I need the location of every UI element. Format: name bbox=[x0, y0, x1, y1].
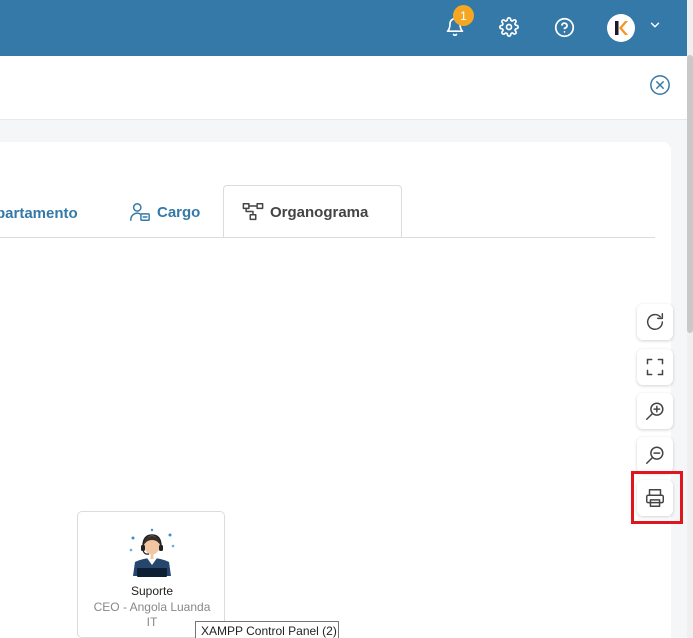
user-badge-icon bbox=[130, 203, 150, 221]
scrollbar-thumb[interactable] bbox=[687, 55, 693, 333]
top-navbar bbox=[0, 0, 687, 56]
org-node-name: Suporte bbox=[130, 584, 174, 598]
user-menu-toggle[interactable] bbox=[648, 18, 662, 37]
taskbar-tooltip: XAMPP Control Panel (2) bbox=[195, 621, 339, 638]
tab-cargo[interactable]: Cargo bbox=[129, 201, 200, 223]
tab-cargo-label: Cargo bbox=[157, 203, 201, 221]
close-circle-icon bbox=[650, 75, 670, 95]
chevron-down-icon bbox=[650, 22, 660, 28]
org-node[interactable]: Suporte CEO - Angola Luanda IT bbox=[77, 511, 225, 638]
fullscreen-icon bbox=[646, 358, 664, 376]
settings-button[interactable] bbox=[492, 10, 526, 44]
help-button[interactable] bbox=[547, 10, 581, 44]
print-highlight-box bbox=[631, 471, 683, 524]
close-button[interactable] bbox=[649, 74, 671, 96]
refresh-icon bbox=[646, 313, 664, 330]
org-chart-icon bbox=[242, 203, 264, 221]
zoom-in-icon bbox=[646, 402, 664, 420]
tab-organograma-label: Organograma bbox=[270, 203, 369, 221]
org-node-role-line1: CEO - Angola Luanda bbox=[93, 600, 211, 614]
tab-departamento-label: partamento bbox=[0, 205, 78, 222]
support-agent-icon bbox=[129, 528, 175, 577]
tab-divider bbox=[0, 237, 655, 238]
zoom-out-icon bbox=[646, 446, 664, 464]
notification-badge: 1 bbox=[453, 5, 474, 26]
refresh-button[interactable] bbox=[637, 304, 673, 340]
help-icon bbox=[554, 17, 574, 37]
fullscreen-button[interactable] bbox=[637, 349, 673, 385]
gear-icon bbox=[499, 17, 519, 37]
zoom-out-button[interactable] bbox=[637, 437, 673, 473]
user-avatar[interactable] bbox=[607, 14, 635, 42]
tab-departamento[interactable]: partamento bbox=[0, 205, 78, 222]
k-logo-icon bbox=[615, 21, 628, 35]
page-subheader bbox=[0, 56, 687, 120]
zoom-in-button[interactable] bbox=[637, 393, 673, 429]
tab-organograma[interactable]: Organograma bbox=[223, 185, 402, 238]
